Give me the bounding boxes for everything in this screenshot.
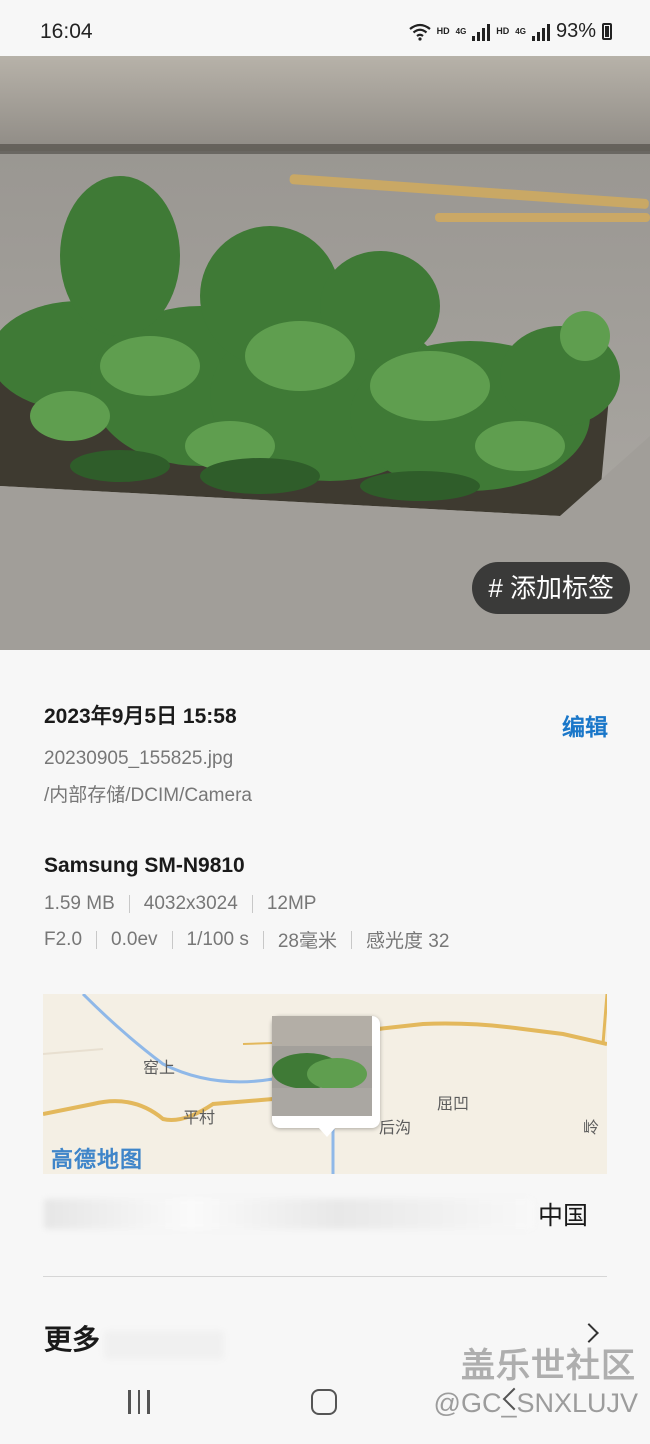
divider [96,930,98,949]
file-path: /内部存储/DCIM/Camera [44,785,252,806]
photo-image [0,56,650,650]
more-info-label: 更多 [44,1324,101,1355]
location-map[interactable]: 窑上 平村 屈凹 后沟 岭 高德地图 [43,994,607,1174]
back-icon[interactable] [502,1387,526,1411]
map-label: 平村 [183,1110,216,1127]
community-watermark: 盖乐世社区 [461,1347,636,1385]
divider [171,930,173,949]
network-type-2: 4G [515,27,526,36]
photo-preview[interactable]: # 添加标签 [0,56,650,650]
recents-icon[interactable] [128,1390,150,1414]
aperture: F2.0 [44,928,83,950]
iso: 感光度 32 [365,931,450,952]
device-model: Samsung SM-N9810 [44,854,245,877]
details-header: 2023年9月5日 15:58 编辑 20230905_155825.jpg /… [44,700,608,806]
signal-icon-2 [531,23,550,41]
signal-icon-1 [472,23,491,41]
map-label: 后沟 [379,1120,412,1137]
map-label: 屈凹 [437,1096,470,1113]
file-meta-row: 1.59 MB 4032x3024 12MP [44,893,316,915]
megapixels: 12MP [266,893,317,914]
image-resolution: 4032x3024 [143,893,238,914]
edit-button[interactable]: 编辑 [562,708,608,742]
map-label: 岭 [583,1120,600,1137]
file-size: 1.59 MB [44,893,115,914]
redacted-text [104,1330,225,1359]
divider [128,895,130,913]
shutter-speed: 1/100 s [186,928,249,950]
network-type-1: 4G [455,27,467,36]
photo-date: 2023年9月5日 15:58 [44,705,237,728]
map-photo-pin[interactable] [272,1016,380,1137]
divider [251,895,253,913]
battery-icon [602,23,612,40]
divider [262,930,264,949]
home-icon[interactable] [311,1389,337,1415]
navigation-bar [0,1384,650,1444]
exposure-value: 0.0ev [111,928,158,950]
add-tag-button[interactable]: # 添加标签 [472,562,630,614]
status-bar: 16:04 HD 4G HD 4G 93% [0,0,650,56]
hd-indicator-1: HD [436,26,450,36]
address-country: 中国 [538,1202,589,1230]
amap-logo: 高德地图 [51,1147,144,1172]
divider [350,930,352,949]
status-icons: HD 4G HD 4G 93% [408,20,612,43]
map-label: 窑上 [143,1060,176,1077]
map-thumbnail-image [272,1016,372,1116]
section-divider [43,1276,607,1277]
file-name: 20230905_155825.jpg [44,748,234,769]
battery-percent: 93% [555,20,596,42]
wifi-icon [408,23,431,41]
focal-length: 28毫米 [277,931,337,952]
redacted-address [44,1199,534,1229]
location-address: 中国 [44,1196,588,1232]
status-time: 16:04 [40,20,93,43]
hd-indicator-2: HD [496,26,510,36]
exposure-meta-row: F2.0 0.0ev 1/100 s 28毫米 感光度 32 [44,926,449,953]
